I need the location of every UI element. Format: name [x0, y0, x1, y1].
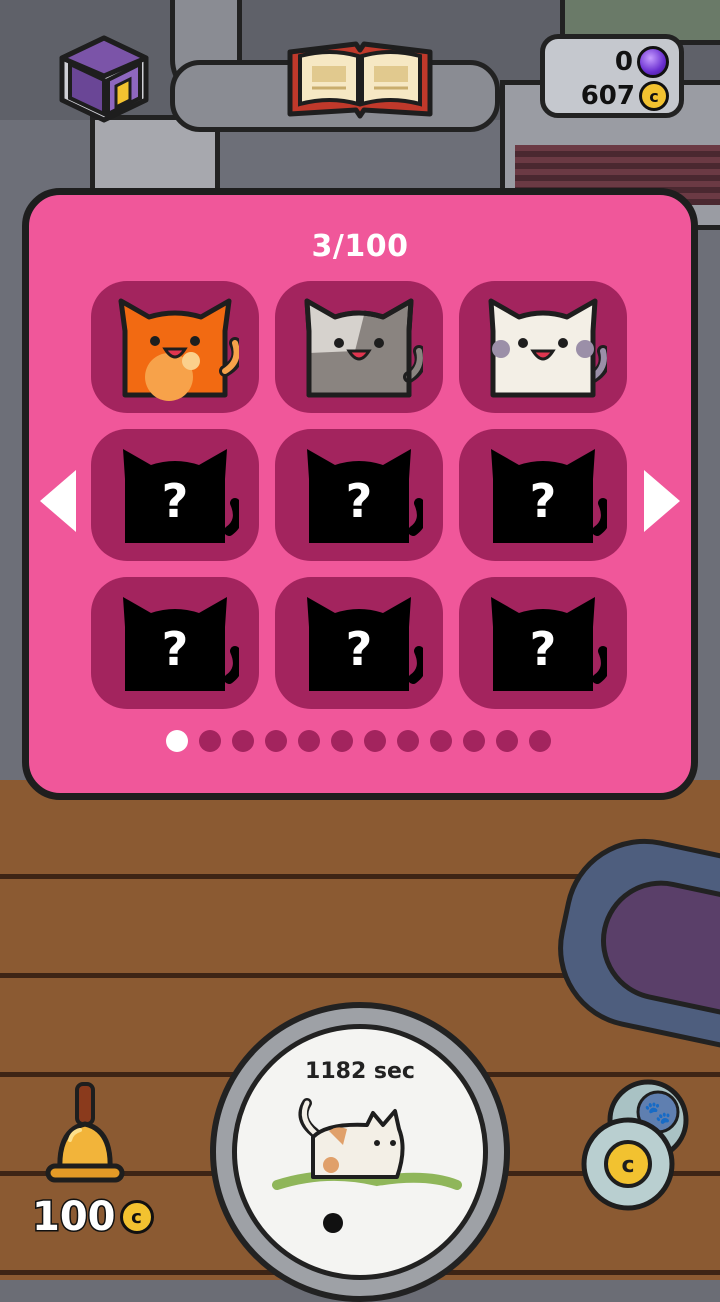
room-icon — [59, 35, 149, 123]
cat-slot-locked[interactable]: ? — [275, 577, 443, 709]
timer-text: 1182 sec — [305, 1059, 415, 1084]
coin-counter: 607 c — [581, 79, 669, 113]
white-cat-icon — [488, 298, 607, 398]
unknown-mark: ? — [530, 474, 557, 528]
locked-cat-silhouette-icon: ? — [307, 449, 423, 543]
unknown-mark: ? — [346, 622, 373, 676]
orange-cat-icon — [118, 298, 239, 401]
room-select-button[interactable] — [56, 30, 152, 126]
svg-text:c: c — [621, 1153, 634, 1178]
bell-button[interactable] — [40, 1080, 130, 1190]
unknown-mark: ? — [346, 474, 373, 528]
previous-page-arrow-icon[interactable] — [36, 466, 82, 536]
gem-count: 0 — [614, 47, 633, 77]
cat-slot-locked[interactable]: ? — [275, 429, 443, 561]
gem-counter: 0 — [615, 45, 669, 79]
coin-count: 607 — [580, 81, 635, 111]
bell-price: 100 c — [31, 1193, 154, 1242]
cat-slot-locked[interactable]: ? — [91, 429, 259, 561]
cat-slot-locked[interactable]: ? — [91, 577, 259, 709]
cat-timer-disc[interactable]: 1182 sec — [210, 1002, 510, 1302]
page-indicator — [166, 730, 551, 752]
locked-cat-silhouette-icon: ? — [123, 449, 239, 543]
bell-icon — [45, 1082, 125, 1183]
book-icon — [287, 41, 433, 119]
unknown-mark: ? — [162, 622, 189, 676]
locked-cat-silhouette-icon: ? — [491, 449, 607, 543]
cat-slot-locked[interactable]: ? — [459, 429, 627, 561]
cat-slot-white[interactable] — [459, 281, 627, 413]
coin-jar-icon: 🐾 c — [581, 1079, 689, 1211]
coin-icon: c — [119, 1200, 154, 1234]
cat-collection-panel: 3/100 ? ? ? ? ? ? — [22, 188, 698, 800]
page-dot[interactable] — [529, 730, 551, 752]
page-dot[interactable] — [298, 730, 320, 752]
page-dot[interactable] — [199, 730, 221, 752]
timer-marker — [323, 1213, 343, 1233]
unknown-mark: ? — [530, 622, 557, 676]
walking-cat-icon — [272, 1098, 462, 1190]
locked-cat-silhouette-icon: ? — [123, 597, 239, 691]
page-dot[interactable] — [496, 730, 518, 752]
next-page-arrow-icon[interactable] — [638, 466, 684, 536]
page-dot[interactable] — [364, 730, 386, 752]
gray-cat-icon — [304, 298, 423, 398]
shop-button[interactable]: 🐾 c — [574, 1072, 698, 1212]
page-dot[interactable] — [166, 730, 188, 752]
page-dot[interactable] — [463, 730, 485, 752]
cat-slot-gray[interactable] — [275, 281, 443, 413]
page-dot[interactable] — [331, 730, 353, 752]
page-dot[interactable] — [397, 730, 419, 752]
unknown-mark: ? — [162, 474, 189, 528]
page-dot[interactable] — [430, 730, 452, 752]
coin-icon: c — [639, 81, 669, 111]
page-dot[interactable] — [265, 730, 287, 752]
collection-counter: 3/100 — [311, 229, 409, 264]
bell-price-value: 100 — [31, 1193, 117, 1242]
locked-cat-silhouette-icon: ? — [491, 597, 607, 691]
cat-slot-locked[interactable]: ? — [459, 577, 627, 709]
timer-face: 1182 sec — [232, 1024, 488, 1280]
gem-icon — [637, 46, 669, 78]
locked-cat-silhouette-icon: ? — [307, 597, 423, 691]
cat-slot-orange[interactable] — [91, 281, 259, 413]
page-dot[interactable] — [232, 730, 254, 752]
collection-book-button[interactable] — [282, 38, 438, 122]
currency-display: 0 607 c — [540, 34, 684, 118]
